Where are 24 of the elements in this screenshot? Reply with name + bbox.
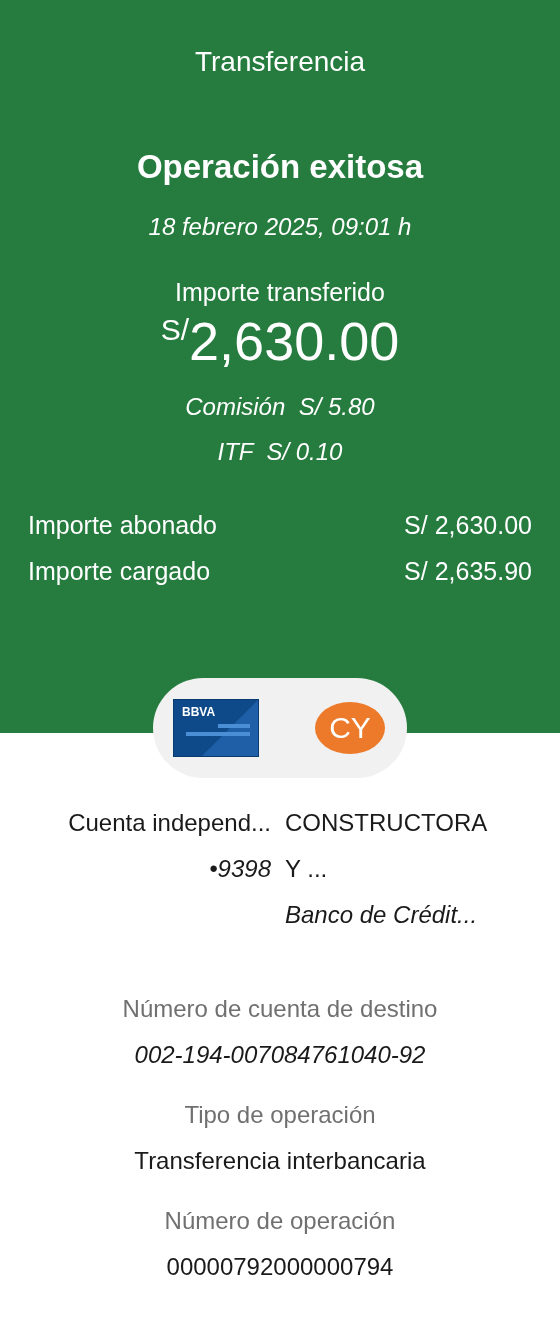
amount-label: Importe transferido: [174, 277, 386, 308]
account-name: Cuenta independ...: [67, 808, 271, 838]
detail-label: Tipo de operación: [183, 1100, 377, 1130]
screen-title: Transferencia: [193, 45, 367, 79]
detail-label: Número de operación: [163, 1206, 397, 1236]
currency-symbol: S/: [160, 312, 190, 346]
total-value: S/ 2,635.90: [404, 556, 532, 587]
total-value: S/ 2,630.00: [404, 510, 532, 541]
fee-text: Comisión S/ 5.80: [184, 392, 376, 422]
fee-text: ITF S/ 0.10: [216, 437, 344, 467]
status-title: Operación exitosa: [135, 147, 425, 187]
total-label: Importe abonado: [28, 510, 218, 541]
initials-avatar: CY: [315, 702, 385, 754]
account-number: •9398: [208, 854, 271, 884]
bank-name: Banco de Crédit...: [285, 900, 479, 930]
detail-value: 002-194-007084761040-92: [133, 1040, 427, 1070]
detail-label: Número de cuenta de destino: [121, 994, 439, 1024]
total-label: Importe cargado: [28, 556, 211, 587]
date-time: 18 febrero 2025, 09:01 h: [147, 212, 413, 242]
recipient-name: CONSTRUCTORA Y ...: [285, 808, 489, 884]
detail-value: 00000792000000794: [165, 1252, 395, 1282]
amount-value: 2,630.00: [189, 310, 400, 372]
card-logo-text: BBVA: [181, 704, 217, 719]
detail-value: Transferencia interbancaria: [133, 1146, 427, 1176]
